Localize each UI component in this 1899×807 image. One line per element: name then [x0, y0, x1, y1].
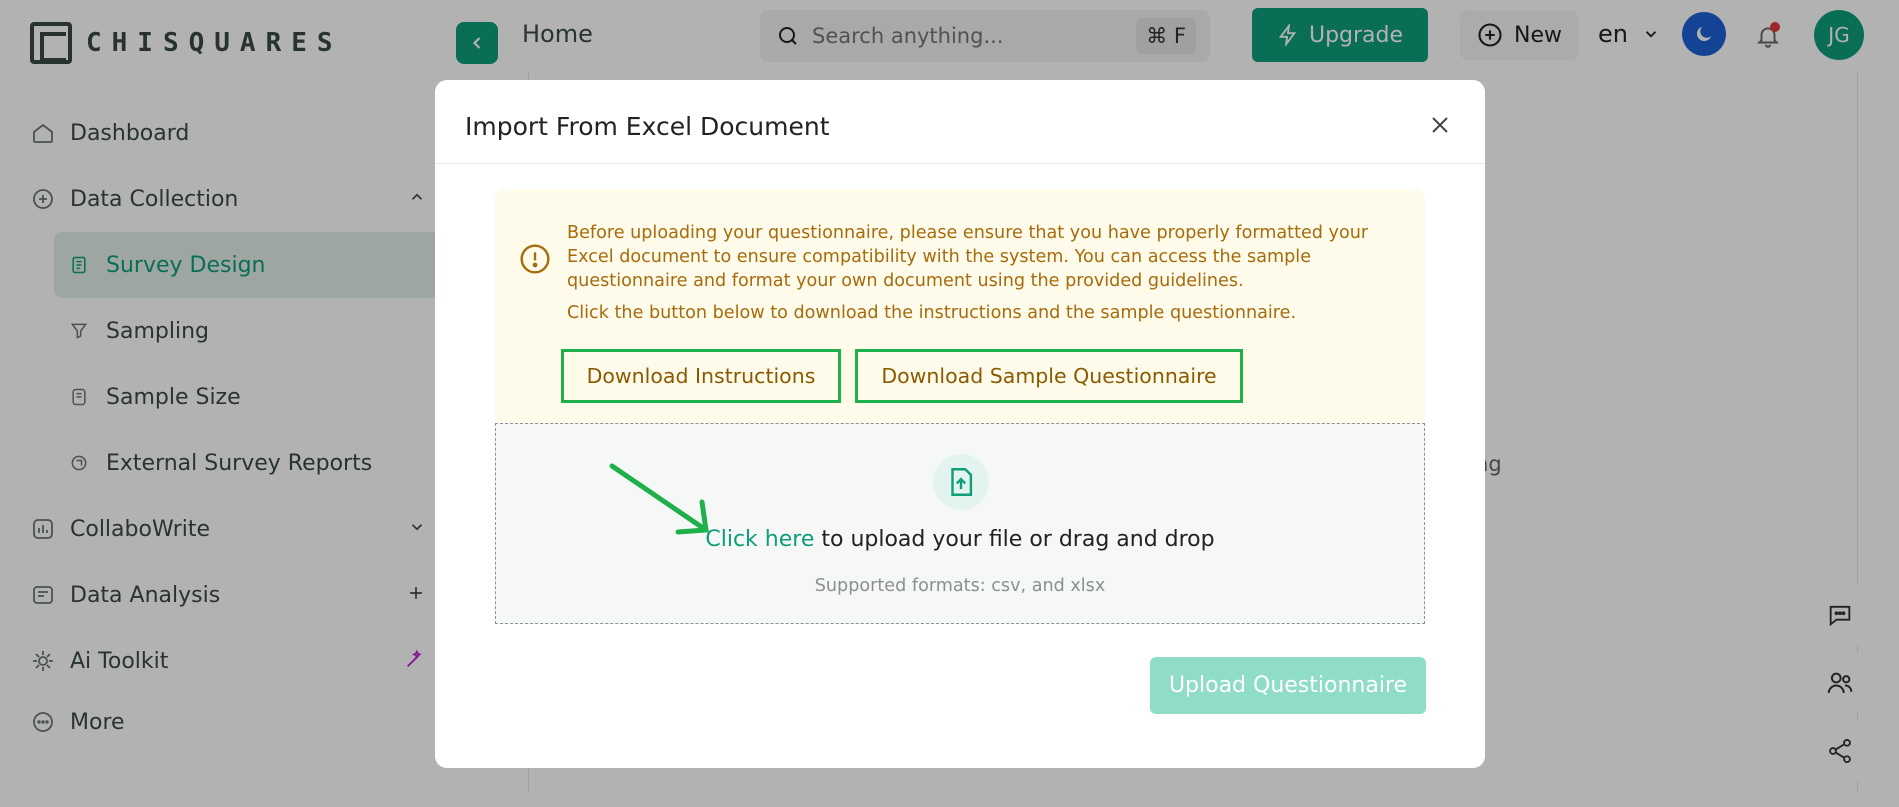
download-instructions-button[interactable]: Download Instructions: [561, 349, 841, 403]
dropzone-text: to upload your file or drag and drop: [814, 527, 1215, 552]
supported-formats: Supported formats: csv, and xlsx: [814, 576, 1106, 596]
file-dropzone[interactable]: Click here to upload your file or drag a…: [495, 423, 1425, 624]
download-sample-questionnaire-button[interactable]: Download Sample Questionnaire: [855, 349, 1243, 403]
upload-questionnaire-button[interactable]: Upload Questionnaire: [1150, 657, 1426, 714]
close-icon: [1432, 117, 1448, 133]
import-excel-modal: Import From Excel Document Before upload…: [435, 80, 1485, 768]
warning-icon: [520, 244, 550, 274]
upload-file-icon: [933, 454, 989, 510]
close-button[interactable]: [1425, 110, 1455, 140]
notice-instruction: Click the button below to download the i…: [567, 303, 1297, 323]
modal-header: Import From Excel Document: [435, 80, 1485, 164]
notice-text: Before uploading your questionnaire, ple…: [567, 223, 1369, 291]
modal-title: Import From Excel Document: [465, 112, 830, 141]
dropzone-instructions: Click here to upload your file or drag a…: [496, 527, 1424, 552]
format-notice: Before uploading your questionnaire, ple…: [495, 189, 1425, 423]
click-here-link[interactable]: Click here: [705, 527, 814, 552]
